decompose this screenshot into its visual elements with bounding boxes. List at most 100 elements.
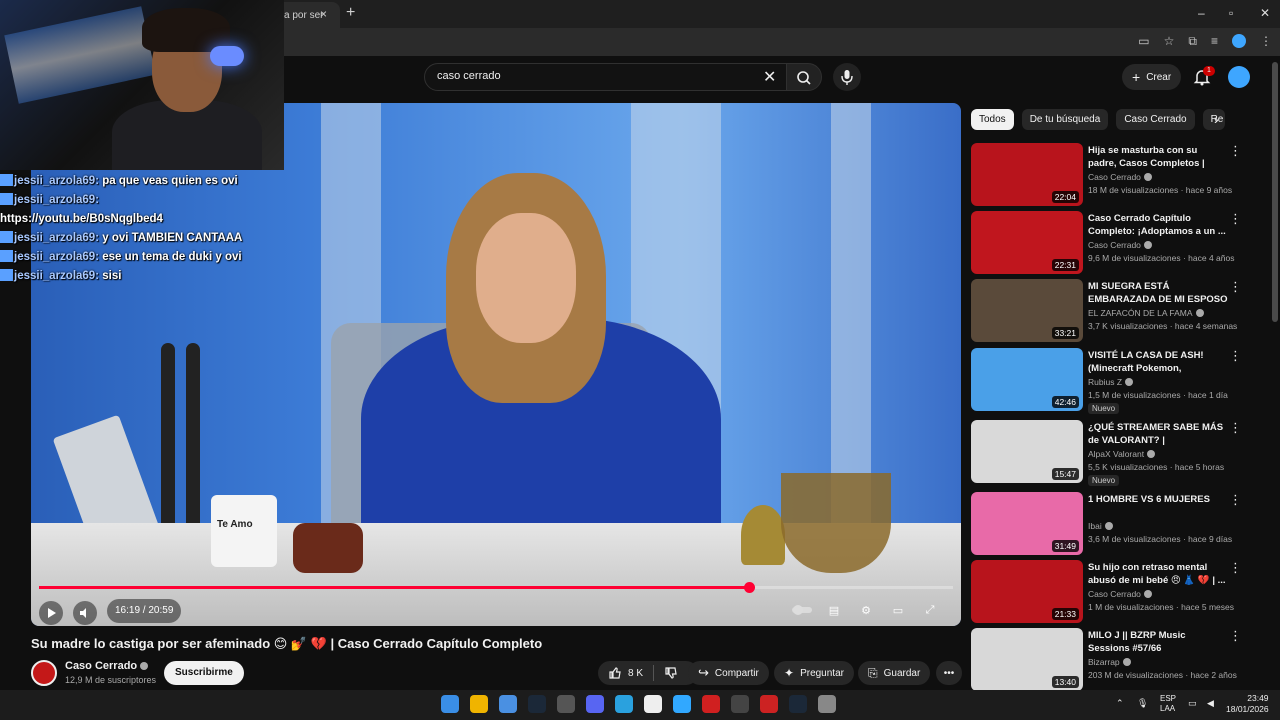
browser-menu-icon[interactable]: ⋮: [1260, 34, 1272, 49]
file-explorer-icon[interactable]: [470, 695, 488, 713]
settings-button[interactable]: ⚙: [855, 599, 877, 621]
subtitles-button[interactable]: ▤: [823, 599, 845, 621]
new-tab-icon[interactable]: +: [346, 4, 355, 22]
media-icon[interactable]: ≡: [1211, 34, 1218, 49]
video-thumbnail[interactable]: 42:46: [971, 348, 1083, 411]
chip-caso-cerrado[interactable]: Caso Cerrado: [1116, 109, 1195, 130]
play-button[interactable]: [39, 601, 63, 625]
recommendation-item[interactable]: 33:21 MI SUEGRA ESTÁ EMBARAZADA DE MI ESP…: [971, 279, 1267, 345]
minimize-icon[interactable]: –: [1198, 6, 1205, 20]
epic-games-icon[interactable]: [557, 695, 575, 713]
autoplay-toggle[interactable]: [791, 599, 813, 621]
extensions-icon[interactable]: ⧉: [1188, 34, 1197, 49]
recommendation-title[interactable]: 1 HOMBRE VS 6 MUJERES: [1088, 493, 1228, 506]
chevron-right-icon[interactable]: ›: [1214, 111, 1219, 127]
recommendation-title[interactable]: Su hijo con retraso mental abusó de mi b…: [1088, 561, 1228, 587]
like-button[interactable]: 8 K: [608, 666, 643, 680]
channel-name[interactable]: Caso Cerrado: [65, 660, 149, 672]
recommendation-title[interactable]: MILO J || BZRP Music Sessions #57/66: [1088, 629, 1228, 655]
recommendation-channel[interactable]: Caso Cerrado: [1088, 172, 1152, 182]
obs-icon[interactable]: [818, 695, 836, 713]
app-icon[interactable]: [702, 695, 720, 713]
clear-search-icon[interactable]: ✕: [763, 67, 776, 87]
recommendation-channel[interactable]: EL ZAFACÓN DE LA FAMA: [1088, 308, 1204, 318]
app-icon[interactable]: [731, 695, 749, 713]
theater-button[interactable]: ▭: [887, 599, 909, 621]
recommendation-item[interactable]: 13:40 MILO J || BZRP Music Sessions #57/6…: [971, 628, 1267, 694]
video-thumbnail[interactable]: 15:47: [971, 420, 1083, 483]
recommendation-channel[interactable]: Bizarrap: [1088, 657, 1131, 667]
create-button[interactable]: + Crear: [1122, 64, 1182, 90]
recommendation-channel[interactable]: Caso Cerrado: [1088, 240, 1152, 250]
ask-button[interactable]: ✦ Preguntar: [774, 661, 854, 685]
chip-from-search[interactable]: De tu búsqueda: [1021, 109, 1109, 130]
volume-tray-icon[interactable]: ◀: [1207, 698, 1214, 709]
recommendation-channel[interactable]: AlpaX Valorant: [1088, 449, 1156, 459]
video-thumbnail[interactable]: 22:31: [971, 211, 1083, 274]
system-clock[interactable]: 23:49 18/01/2026: [1226, 693, 1269, 715]
more-actions-button[interactable]: •••: [936, 661, 962, 685]
channel-avatar[interactable]: [31, 660, 57, 686]
search-input[interactable]: caso cerrado: [424, 63, 788, 91]
recommendation-channel[interactable]: Ibai: [1088, 521, 1113, 531]
thumbs-down-icon[interactable]: [664, 666, 678, 680]
recommendation-channel[interactable]: Rubius Z: [1088, 377, 1134, 387]
recommendation-title[interactable]: Hija se masturba con su padre, Casos Com…: [1088, 144, 1228, 171]
video-thumbnail[interactable]: 31:49: [971, 492, 1083, 555]
browser-tab[interactable]: a por ser: [276, 2, 340, 28]
video-thumbnail[interactable]: 22:04: [971, 143, 1083, 206]
recommendation-item[interactable]: 22:04 Hija se masturba con su padre, Caso…: [971, 143, 1267, 209]
more-options-icon[interactable]: ⋮: [1229, 492, 1242, 508]
recommendation-item[interactable]: 22:31 Caso Cerrado Capítulo Completo: ¡Ad…: [971, 211, 1267, 277]
recommendation-item[interactable]: 31:49 1 HOMBRE VS 6 MUJERES Ibai 3,6 M de v…: [971, 492, 1267, 558]
windows-start-icon[interactable]: [441, 695, 459, 713]
language-indicator[interactable]: ESP LAA: [1160, 694, 1176, 714]
capcut-icon[interactable]: [644, 695, 662, 713]
fullscreen-button[interactable]: ⤢: [919, 599, 941, 621]
steam-icon[interactable]: [789, 695, 807, 713]
close-window-icon[interactable]: ✕: [1260, 6, 1270, 20]
voice-search-button[interactable]: [833, 63, 861, 91]
photoshop-icon[interactable]: [673, 695, 691, 713]
account-avatar[interactable]: [1228, 66, 1250, 88]
recommendation-item[interactable]: 15:47 ¿QUÉ STREAMER SABE MÁS de VALORANT?…: [971, 420, 1267, 486]
recommendation-title[interactable]: Caso Cerrado Capítulo Completo: ¡Adoptam…: [1088, 212, 1228, 238]
chrome-icon[interactable]: [499, 695, 517, 713]
app-icon[interactable]: [760, 695, 778, 713]
network-icon[interactable]: ▭: [1188, 698, 1197, 709]
page-scrollbar[interactable]: [1272, 62, 1278, 322]
video-thumbnail[interactable]: 13:40: [971, 628, 1083, 691]
profile-icon[interactable]: [1232, 34, 1246, 48]
recommendation-channel[interactable]: Caso Cerrado: [1088, 589, 1152, 599]
recommendation-title[interactable]: MI SUEGRA ESTÁ EMBARAZADA DE MI ESPOSO E…: [1088, 280, 1228, 307]
tray-chevron-icon[interactable]: ⌃: [1116, 698, 1124, 709]
progress-bar[interactable]: [39, 582, 953, 593]
recommendation-title[interactable]: ¿QUÉ STREAMER SABE MÁS de VALORANT? | PA…: [1088, 421, 1228, 448]
tab-close-icon[interactable]: ×: [320, 7, 327, 21]
chip-all[interactable]: Todos: [971, 109, 1014, 130]
share-button[interactable]: ↪ Compartir: [688, 661, 769, 685]
mic-tray-icon[interactable]: 🎙: [1137, 698, 1148, 709]
more-options-icon[interactable]: ⋮: [1229, 348, 1242, 364]
recommendation-item[interactable]: 42:46 VISITÉ LA CASA DE ASH! (Minecraft P…: [971, 348, 1267, 414]
more-options-icon[interactable]: ⋮: [1229, 628, 1242, 644]
discord-icon[interactable]: [586, 695, 604, 713]
steam-icon[interactable]: [528, 695, 546, 713]
video-thumbnail[interactable]: 33:21: [971, 279, 1083, 342]
more-options-icon[interactable]: ⋮: [1229, 211, 1242, 227]
restore-icon[interactable]: ▫: [1229, 6, 1233, 20]
more-options-icon[interactable]: ⋮: [1229, 560, 1242, 576]
telegram-icon[interactable]: [615, 695, 633, 713]
bookmark-star-icon[interactable]: ☆: [1164, 34, 1175, 49]
subscribe-button[interactable]: Suscribirme: [164, 661, 244, 685]
more-options-icon[interactable]: ⋮: [1229, 279, 1242, 295]
more-options-icon[interactable]: ⋮: [1229, 420, 1242, 436]
cast-icon[interactable]: ▭: [1138, 34, 1149, 49]
recommendation-item[interactable]: 21:33 Su hijo con retraso mental abusó de…: [971, 560, 1267, 626]
video-thumbnail[interactable]: 21:33: [971, 560, 1083, 623]
more-options-icon[interactable]: ⋮: [1229, 143, 1242, 159]
recommendation-title[interactable]: VISITÉ LA CASA DE ASH! (Minecraft Pokemo…: [1088, 349, 1228, 376]
save-button[interactable]: ⎘ Guardar: [858, 661, 931, 685]
search-button[interactable]: [786, 63, 822, 91]
mute-button[interactable]: [73, 601, 97, 625]
